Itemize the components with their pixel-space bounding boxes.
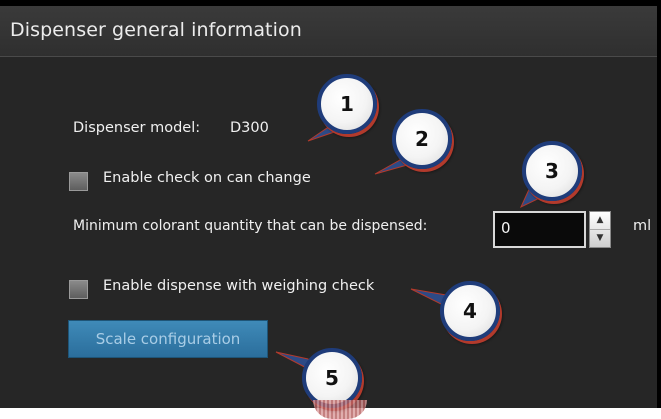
dispenser-model-value: D300 <box>230 120 269 136</box>
callout-2: 2 <box>392 109 452 169</box>
min-colorant-quantity-label: Minimum colorant quantity that can be di… <box>73 218 428 234</box>
enable-check-can-change-label[interactable]: Enable check on can change <box>103 170 311 186</box>
callout-5: 5 <box>302 348 362 408</box>
quantity-unit-label: ml <box>633 218 652 234</box>
min-colorant-quantity-input[interactable]: 0 <box>493 211 586 248</box>
render-artifact <box>313 400 367 419</box>
enable-weighing-check-checkbox[interactable] <box>69 280 88 299</box>
scale-configuration-button[interactable]: Scale configuration <box>68 320 268 358</box>
panel-title: Dispenser general information <box>10 19 302 41</box>
chevron-down-icon[interactable]: ▼ <box>590 230 610 247</box>
callout-4: 4 <box>440 281 500 341</box>
quantity-stepper[interactable]: ▲ ▼ <box>589 211 611 248</box>
enable-weighing-check-label[interactable]: Enable dispense with weighing check <box>103 278 374 294</box>
panel-header: Dispenser general information <box>0 6 657 57</box>
callout-1: 1 <box>317 74 377 134</box>
chevron-up-icon[interactable]: ▲ <box>590 212 610 230</box>
enable-check-can-change-checkbox[interactable] <box>69 172 88 191</box>
dispenser-model-label: Dispenser model: <box>73 120 201 136</box>
callout-3: 3 <box>522 141 582 201</box>
